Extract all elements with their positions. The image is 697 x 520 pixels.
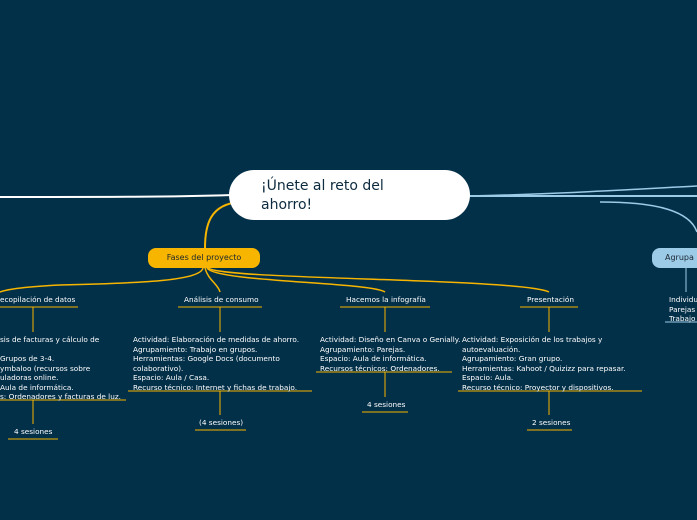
detail-line: sis de facturas y cálculo de [0, 335, 100, 344]
detail-line: Espacio: Aula. [462, 373, 514, 382]
detail-line: s: Ordenadores y facturas de luz. [0, 392, 121, 401]
detail-line: Actividad: Elaboración de medidas de aho… [133, 335, 300, 344]
detail-line: Aula de informática. [0, 382, 74, 392]
detail-line: Espacio: Aula / Casa. [133, 373, 210, 382]
detail-line: Recurso técnico: Internet y fichas de tr… [133, 382, 298, 392]
phase-analisis-sessions[interactable]: (4 sesiones) [199, 418, 243, 428]
detail-line: colaborativo). [133, 363, 184, 373]
detail-line: ymbaloo (recursos sobre [0, 363, 91, 373]
detail-line: Grupos de 3-4. [0, 354, 55, 363]
branch-fases-del-proyecto[interactable]: Fases del proyecto [148, 248, 260, 268]
phase-analisis-details[interactable]: Actividad: Elaboración de medidas de aho… [133, 335, 299, 392]
central-node-line-2: ahorro! [261, 197, 313, 213]
central-node[interactable]: ¡Únete al reto del ahorro! [229, 170, 470, 220]
connector-lines [0, 185, 697, 440]
phase-infografia-sessions[interactable]: 4 sesiones [367, 400, 405, 410]
agrupamiento-item: Parejas [669, 304, 696, 314]
phase-recopilacion-title[interactable]: ecopilación de datos [0, 295, 75, 305]
detail-line: Herramientas: Kahoot / Quizizz para repa… [462, 363, 626, 373]
phase-presentacion-details[interactable]: Actividad: Exposición de los trabajos y … [462, 335, 626, 392]
detail-line: Actividad: Exposición de los trabajos y [462, 335, 603, 344]
detail-line: uladoras online. [0, 373, 59, 382]
detail-line: Espacio: Aula de informática. [320, 354, 427, 363]
detail-line: Agrupamiento: Gran grupo. [462, 354, 563, 363]
agrupamiento-items[interactable]: Individu Parejas Trabajo [669, 295, 697, 324]
phase-infografia-title[interactable]: Hacemos la infografía [346, 295, 426, 305]
detail-line: Herramientas: Google Docs (documento [133, 354, 280, 363]
detail-line: Actividad: Diseño en Canva o Genially. [320, 335, 461, 344]
detail-line: autoevaluación. [462, 344, 521, 354]
phase-analisis-title[interactable]: Análisis de consumo [184, 295, 259, 305]
detail-line: Agrupamiento: Parejas. [320, 344, 406, 354]
central-node-line-1: ¡Únete al reto del [261, 178, 384, 194]
agrupamiento-item: Trabajo [669, 314, 696, 323]
agrupamiento-item: Individu [669, 295, 697, 304]
phase-recopilacion-sessions[interactable]: 4 sesiones [14, 427, 52, 437]
detail-line: Recursos técnicos: Ordenadores. [320, 363, 440, 373]
branch-agrupamiento[interactable]: Agrupa [652, 248, 697, 268]
phase-infografia-details[interactable]: Actividad: Diseño en Canva o Genially. A… [320, 335, 460, 373]
phase-recopilacion-details[interactable]: sis de facturas y cálculo de Grupos de 3… [0, 335, 121, 402]
detail-line: Agrupamiento: Trabajo en grupos. [133, 344, 258, 354]
phase-presentacion-sessions[interactable]: 2 sesiones [532, 418, 570, 428]
phase-presentacion-title[interactable]: Presentación [527, 295, 574, 305]
detail-line [0, 345, 121, 355]
detail-line: Recurso técnico: Proyector y dispositivo… [462, 382, 614, 392]
